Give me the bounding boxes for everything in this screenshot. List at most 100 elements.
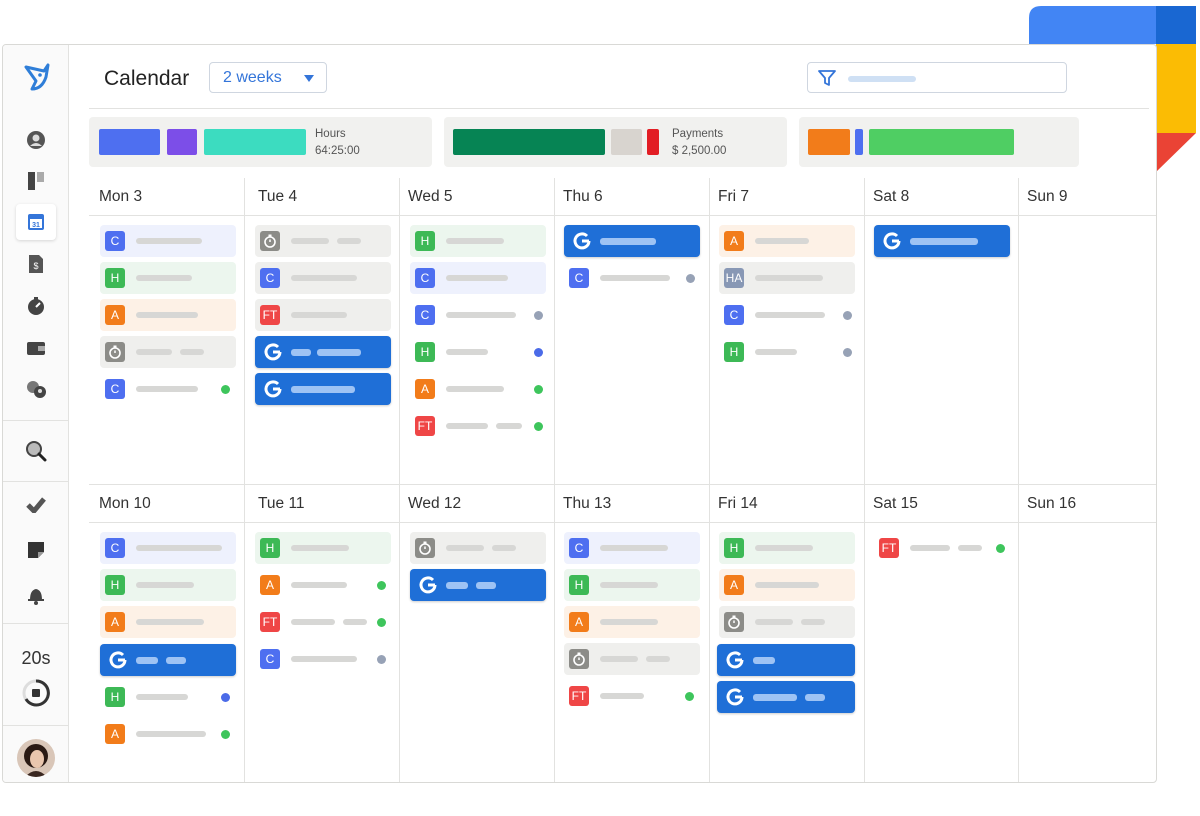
calendar-event[interactable]: A — [564, 606, 700, 638]
fulltime-badge: FT — [260, 612, 280, 632]
calendar-event[interactable]: C — [719, 299, 855, 331]
google-event[interactable] — [564, 225, 700, 257]
status-dot — [685, 692, 694, 701]
day-header[interactable]: Wed 5 — [408, 188, 453, 206]
status-dot — [377, 618, 386, 627]
notes-icon[interactable] — [16, 532, 56, 568]
client-badge: C — [415, 268, 435, 288]
calendar-event[interactable]: C — [564, 262, 700, 294]
day-header[interactable]: Fri 14 — [718, 495, 758, 513]
calendar-event[interactable]: FT — [874, 532, 1010, 564]
profile-icon[interactable] — [16, 122, 56, 158]
calendar-event[interactable]: FT — [410, 410, 546, 442]
calendar-event[interactable]: FT — [564, 680, 700, 712]
bell-icon[interactable] — [16, 577, 56, 613]
calendar-event[interactable]: A — [410, 373, 546, 405]
filter-icon — [818, 70, 836, 86]
day-header[interactable]: Thu 6 — [563, 188, 603, 206]
day-header[interactable]: Sat 8 — [873, 188, 909, 206]
absence-badge: A — [260, 575, 280, 595]
day-header[interactable]: Tue 11 — [258, 495, 305, 513]
hours-value: 64:25:00 — [315, 145, 360, 157]
calendar-event[interactable]: C — [100, 532, 236, 564]
day-header[interactable]: Fri 7 — [718, 188, 749, 206]
stop-icon[interactable] — [16, 675, 56, 711]
absence-badge: A — [724, 231, 744, 251]
calendar-event[interactable]: C — [410, 262, 546, 294]
search-icon[interactable] — [16, 433, 56, 469]
tasks-icon[interactable] — [16, 486, 56, 522]
board-icon[interactable] — [16, 163, 56, 199]
google-icon — [419, 576, 437, 594]
invoice-icon[interactable]: $ — [16, 246, 56, 282]
calendar-event[interactable] — [255, 225, 391, 257]
google-event[interactable] — [717, 644, 855, 676]
calendar-event[interactable]: A — [719, 569, 855, 601]
google-event[interactable] — [100, 644, 236, 676]
day-header[interactable]: Mon 10 — [99, 495, 151, 513]
google-event[interactable] — [717, 681, 855, 713]
calendar-event[interactable]: H — [100, 681, 236, 713]
calendar-event[interactable] — [100, 336, 236, 368]
google-event[interactable] — [874, 225, 1010, 257]
day-header[interactable]: Sun 9 — [1027, 188, 1068, 206]
calendar-event[interactable]: H — [564, 569, 700, 601]
calendar-event[interactable]: H — [719, 532, 855, 564]
timer-icon[interactable] — [16, 288, 56, 324]
client-badge: C — [415, 305, 435, 325]
fulltime-badge: FT — [879, 538, 899, 558]
calendar-event[interactable] — [719, 606, 855, 638]
calendar-event[interactable]: FT — [255, 299, 391, 331]
calendar-event[interactable]: HA — [719, 262, 855, 294]
calendar-event[interactable]: C — [255, 262, 391, 294]
google-event[interactable] — [255, 373, 391, 405]
status-dot — [221, 730, 230, 739]
calendar-event[interactable]: C — [410, 299, 546, 331]
calendar-event[interactable] — [564, 643, 700, 675]
fulltime-badge: FT — [260, 305, 280, 325]
calendar-event[interactable]: C — [100, 373, 236, 405]
filter-placeholder — [848, 76, 916, 82]
range-select[interactable]: 2 weeks — [209, 62, 327, 93]
day-header[interactable]: Wed 12 — [408, 495, 461, 513]
client-badge: C — [105, 538, 125, 558]
client-badge: C — [724, 305, 744, 325]
filter-input[interactable] — [807, 62, 1067, 93]
google-event[interactable] — [410, 569, 546, 601]
absence-bar-client — [855, 129, 863, 155]
calendar-event[interactable]: FT — [255, 606, 391, 638]
absence-badge: A — [105, 305, 125, 325]
calendar-event[interactable]: C — [100, 225, 236, 257]
calendar-event[interactable]: C — [564, 532, 700, 564]
day-header[interactable]: Tue 4 — [258, 188, 297, 206]
team-icon[interactable] — [16, 371, 56, 407]
calendar-event[interactable]: A — [255, 569, 391, 601]
calendar-event[interactable]: H — [410, 336, 546, 368]
calendar-event[interactable] — [410, 532, 546, 564]
avatar[interactable] — [17, 739, 55, 777]
google-icon — [573, 232, 591, 250]
day-header[interactable]: Mon 3 — [99, 188, 142, 206]
calendar-event[interactable]: A — [719, 225, 855, 257]
calendar-event[interactable]: H — [100, 262, 236, 294]
wallet-icon[interactable] — [16, 330, 56, 366]
holiday-badge: H — [105, 687, 125, 707]
day-header[interactable]: Sun 16 — [1027, 495, 1076, 513]
holiday-badge: H — [415, 342, 435, 362]
page-title: Calendar — [104, 67, 190, 90]
day-header[interactable]: Thu 13 — [563, 495, 611, 513]
day-header[interactable]: Sat 15 — [873, 495, 918, 513]
stopwatch-icon — [105, 342, 125, 362]
calendar-event[interactable]: H — [100, 569, 236, 601]
stopwatch-icon — [569, 649, 589, 669]
calendar-event[interactable]: H — [410, 225, 546, 257]
calendar-event[interactable]: A — [100, 606, 236, 638]
calendar-event[interactable]: A — [100, 718, 236, 750]
logo-icon[interactable] — [16, 59, 56, 95]
google-event[interactable] — [255, 336, 391, 368]
calendar-icon[interactable]: 31 — [16, 204, 56, 240]
calendar-event[interactable]: A — [100, 299, 236, 331]
calendar-event[interactable]: H — [255, 532, 391, 564]
calendar-event[interactable]: C — [255, 643, 391, 675]
calendar-event[interactable]: H — [719, 336, 855, 368]
